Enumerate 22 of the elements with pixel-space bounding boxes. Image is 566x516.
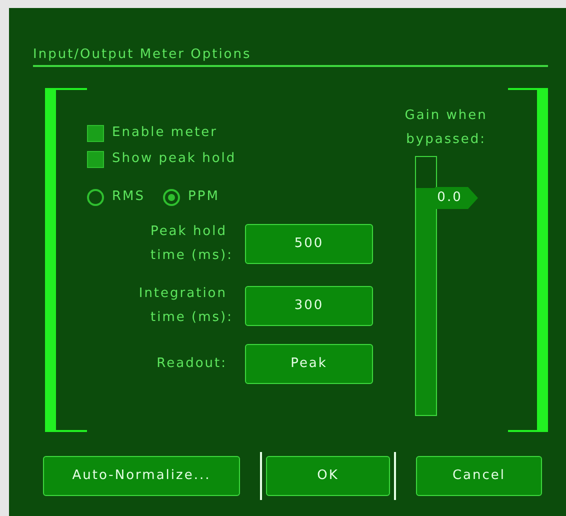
value-button[interactable]: 300: [245, 286, 373, 326]
radio-label: PPM: [188, 188, 220, 206]
checkbox-label: Enable meter: [112, 124, 218, 142]
dialog-title: Input/Output Meter Options: [33, 46, 252, 64]
dialog-button[interactable]: Auto-Normalize...: [43, 456, 240, 496]
setting-label: Integration time (ms):: [138, 285, 234, 327]
radio-button[interactable]: [163, 188, 180, 206]
radio-button[interactable]: [87, 188, 104, 206]
gain-slider-thumb[interactable]: 0.0: [435, 187, 478, 210]
gain-slider[interactable]: 0.0: [415, 156, 498, 416]
checkbox[interactable]: [87, 124, 104, 142]
dialog-button[interactable]: OK: [266, 456, 390, 496]
dialog-button[interactable]: Cancel: [416, 456, 542, 496]
value-button[interactable]: 500: [245, 224, 373, 264]
gain-label: Gain when bypassed:: [404, 107, 488, 149]
radio-label: RMS: [112, 188, 146, 206]
pointer-icon: [468, 187, 478, 210]
setting-label: Readout:: [156, 355, 228, 373]
checkbox[interactable]: [87, 150, 104, 168]
setting-label: Peak hold time (ms):: [149, 223, 234, 265]
value-button[interactable]: Peak: [245, 344, 373, 384]
checkbox-label: Show peak hold: [112, 150, 236, 168]
